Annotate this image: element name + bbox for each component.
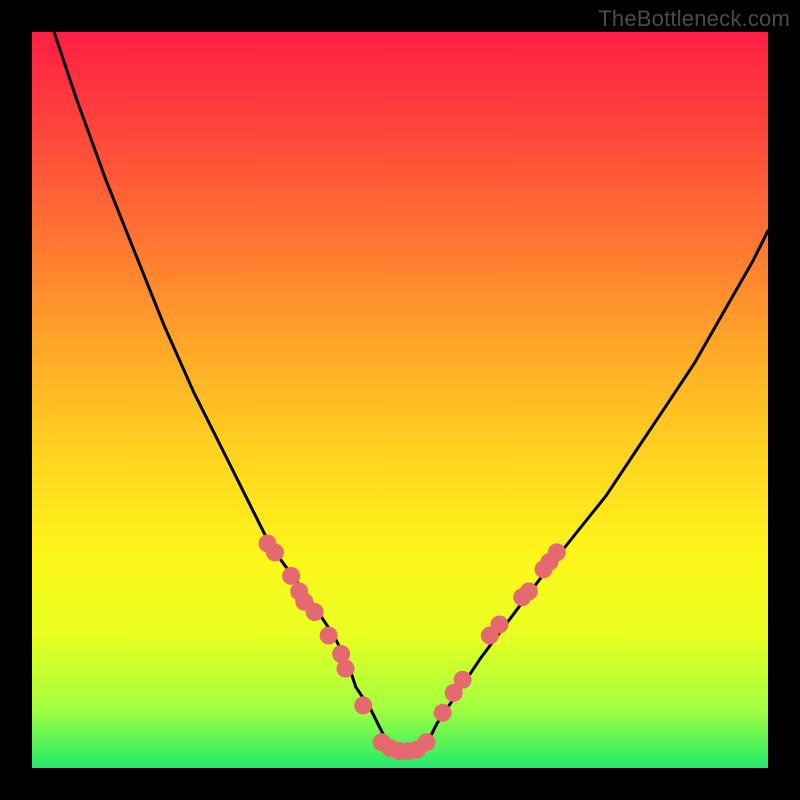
marker-dot [354, 696, 372, 714]
marker-dot [520, 582, 538, 600]
curve-path [54, 32, 768, 753]
marker-dot [454, 671, 472, 689]
marker-dot [548, 543, 566, 561]
chart-curve [54, 32, 768, 753]
marker-dot [320, 627, 338, 645]
marker-dot [337, 660, 355, 678]
marker-dot [490, 616, 508, 634]
marker-dot [282, 567, 300, 585]
marker-dot [418, 733, 436, 751]
chart-markers [259, 535, 566, 761]
marker-dot [434, 704, 452, 722]
watermark-text: TheBottleneck.com [598, 6, 790, 32]
chart-svg [32, 32, 768, 768]
marker-dot [306, 603, 324, 621]
marker-dot [266, 543, 284, 561]
chart-frame: TheBottleneck.com [0, 0, 800, 800]
chart-plot-area [32, 32, 768, 768]
